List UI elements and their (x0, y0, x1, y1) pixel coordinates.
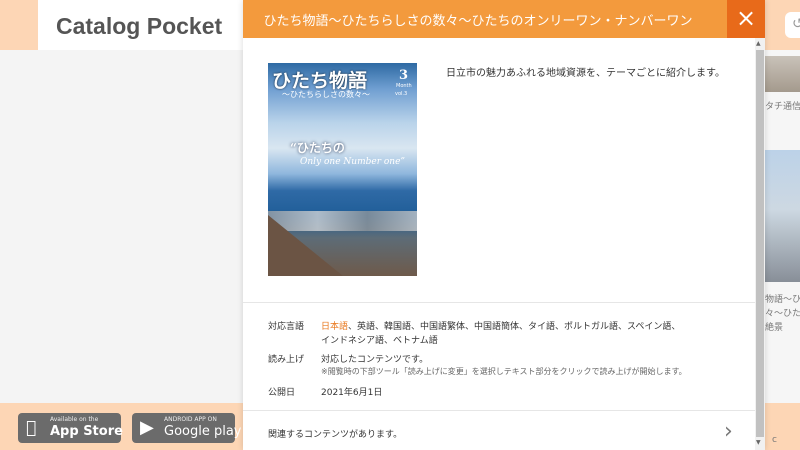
background-item-label: 物語〜ひ (765, 295, 800, 305)
cover-english: Only one Number one” (300, 157, 405, 167)
share-icon: ↺ (792, 16, 800, 32)
cover-headline: “ひたちの (290, 141, 345, 155)
content-detail-modal: ひたち物語〜ひたちらしさの数々〜ひたちのオンリーワン・ナンバーワン × ひたち物… (243, 0, 765, 450)
share-button[interactable]: ↺ (785, 12, 800, 38)
cover-volume: vol.3 (395, 91, 408, 97)
scroll-thumb[interactable] (756, 50, 764, 437)
apple-icon:  (26, 418, 36, 438)
modal-title: ひたち物語〜ひたちらしさの数々〜ひたちのオンリーワン・ナンバーワン (263, 14, 693, 29)
related-content-link[interactable]: 関連するコンテンツがあります。 › (243, 411, 755, 450)
related-content-text: 関連するコンテンツがあります。 (268, 430, 403, 440)
scroll-down-icon[interactable]: ▼ (756, 439, 761, 446)
catalog-cover-image[interactable]: ひたち物語 〜ひたちらしさの数々〜 3 Month vol.3 “ひたちの On… (268, 63, 417, 276)
read-aloud-label: 読み上げ (268, 355, 305, 365)
background-item-label: 々〜ひた (765, 309, 800, 319)
cover-month: Month (396, 83, 412, 89)
divider (243, 302, 765, 303)
background-thumbnail[interactable] (765, 150, 800, 282)
footer-text: c (772, 435, 777, 445)
close-button[interactable]: × (727, 0, 765, 38)
cover-subtitle: 〜ひたちらしさの数々〜 (282, 90, 370, 99)
background-left-panel (0, 50, 243, 403)
language-current[interactable]: 日本語 (321, 322, 348, 332)
scroll-up-icon[interactable]: ▲ (756, 40, 761, 47)
modal-header: ひたち物語〜ひたちらしさの数々〜ひたちのオンリーワン・ナンバーワン × (243, 0, 765, 38)
published-date: 2021年6月1日 (321, 388, 383, 398)
background-item-label: 絶景 (765, 323, 784, 333)
languages-label: 対応言語 (268, 322, 305, 332)
chevron-right-icon: › (724, 419, 733, 444)
languages-value-line2: インドネシア語、ベトナム語 (321, 336, 438, 346)
cover-mountain (268, 215, 417, 276)
modal-scrollbar[interactable]: ▲ ▼ (755, 38, 765, 450)
cover-issue-number: 3 (399, 68, 409, 83)
app-logo[interactable]: Catalog Pocket (56, 13, 222, 40)
catalog-description: 日立市の魅力あふれる地域資源を、テーマごとに紹介します。 (446, 68, 725, 79)
app-store-badge[interactable]:  Available on the App Store (18, 413, 123, 443)
read-aloud-note: ※閲覧時の下部ツール「読み上げに変更」を選択しテキスト部分をクリックで読み上げが… (321, 367, 687, 376)
play-icon: ▶ (140, 417, 154, 438)
languages-value: 日本語、英語、韓国語、中国語繁体、中国語簡体、タイ語、ポルトガル語、スペイン語、 (321, 322, 681, 332)
read-aloud-value: 対応したコンテンツです。 (321, 355, 429, 365)
background-item-label: タチ通信 (765, 102, 800, 112)
background-thumbnail[interactable] (765, 56, 800, 92)
google-play-badge[interactable]: ▶ ANDROID APP ON Google play (132, 413, 242, 443)
published-label: 公開日 (268, 388, 296, 398)
close-icon: × (735, 4, 757, 32)
